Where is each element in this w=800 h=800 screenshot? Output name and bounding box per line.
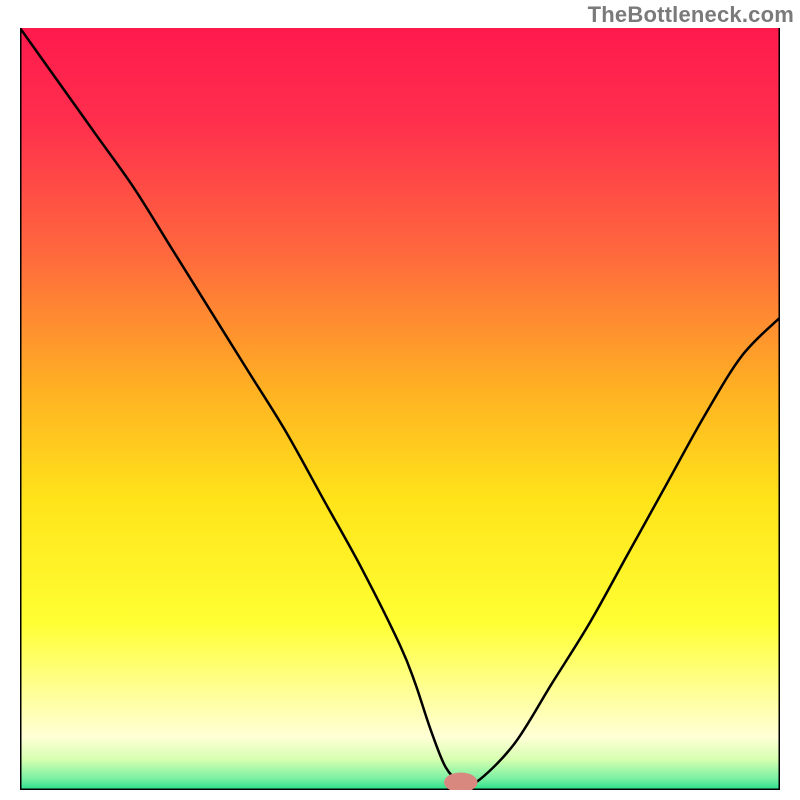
plot-background: [20, 28, 780, 790]
chart-container: TheBottleneck.com: [0, 0, 800, 800]
watermark-label: TheBottleneck.com: [588, 2, 794, 28]
plot-svg: [20, 28, 780, 790]
plot-area: [20, 28, 780, 790]
